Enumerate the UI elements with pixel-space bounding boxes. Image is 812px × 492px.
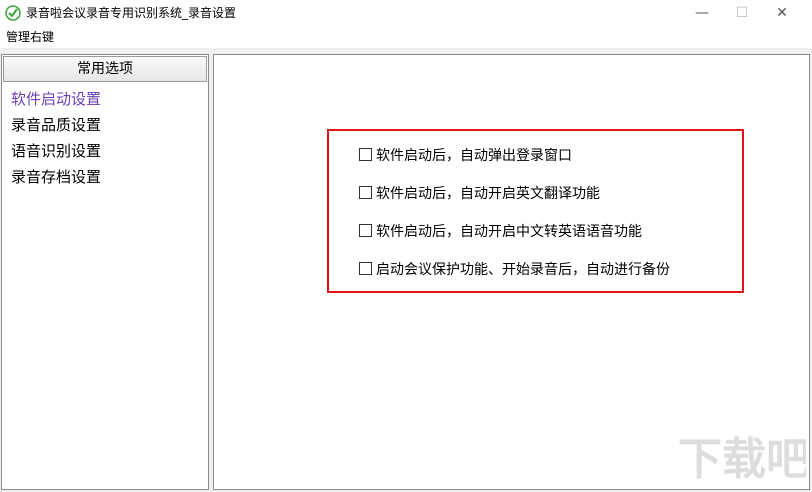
sidebar-header-button[interactable]: 常用选项	[3, 56, 207, 82]
title-bar: 录音啦会议录音专用识别系统_录音设置 — ☐ ✕	[0, 0, 812, 26]
sidebar-item-recognition[interactable]: 语音识别设置	[11, 138, 101, 164]
window-title: 录音啦会议录音专用识别系统_录音设置	[26, 6, 237, 20]
checkbox[interactable]	[359, 186, 372, 199]
app-logo-icon	[5, 5, 21, 21]
option-label: 软件启动后，自动开启英文翻译功能	[376, 186, 600, 202]
sidebar-item-quality[interactable]: 录音品质设置	[11, 112, 101, 138]
watermark-logo: 下载吧	[678, 434, 806, 485]
option-label: 软件启动后，自动弹出登录窗口	[376, 148, 572, 164]
sidebar-list: 软件启动设置 录音品质设置 语音识别设置 录音存档设置	[11, 86, 101, 190]
maximize-button[interactable]: ☐	[724, 0, 760, 26]
sidebar-item-startup[interactable]: 软件启动设置	[11, 86, 101, 112]
option-auto-chinese-to-english-voice[interactable]: 软件启动后，自动开启中文转英语语音功能	[359, 222, 642, 242]
sidebar: 常用选项 软件启动设置 录音品质设置 语音识别设置 录音存档设置	[1, 54, 209, 490]
option-label: 软件启动后，自动开启中文转英语语音功能	[376, 224, 642, 240]
watermark-text: 下载吧	[678, 434, 806, 485]
menu-bar: 管理右键	[0, 26, 812, 48]
checkbox[interactable]	[359, 224, 372, 237]
checkbox[interactable]	[359, 262, 372, 275]
sidebar-item-archive[interactable]: 录音存档设置	[11, 164, 101, 190]
close-button[interactable]: ✕	[764, 0, 800, 26]
minimize-button[interactable]: —	[684, 0, 720, 26]
option-label: 启动会议保护功能、开始录音后，自动进行备份	[376, 262, 670, 278]
option-auto-backup[interactable]: 启动会议保护功能、开始录音后，自动进行备份	[359, 260, 670, 280]
option-auto-login-window[interactable]: 软件启动后，自动弹出登录窗口	[359, 146, 572, 166]
option-auto-english-translation[interactable]: 软件启动后，自动开启英文翻译功能	[359, 184, 600, 204]
checkbox[interactable]	[359, 148, 372, 161]
menu-manage-right-click[interactable]: 管理右键	[6, 29, 54, 45]
